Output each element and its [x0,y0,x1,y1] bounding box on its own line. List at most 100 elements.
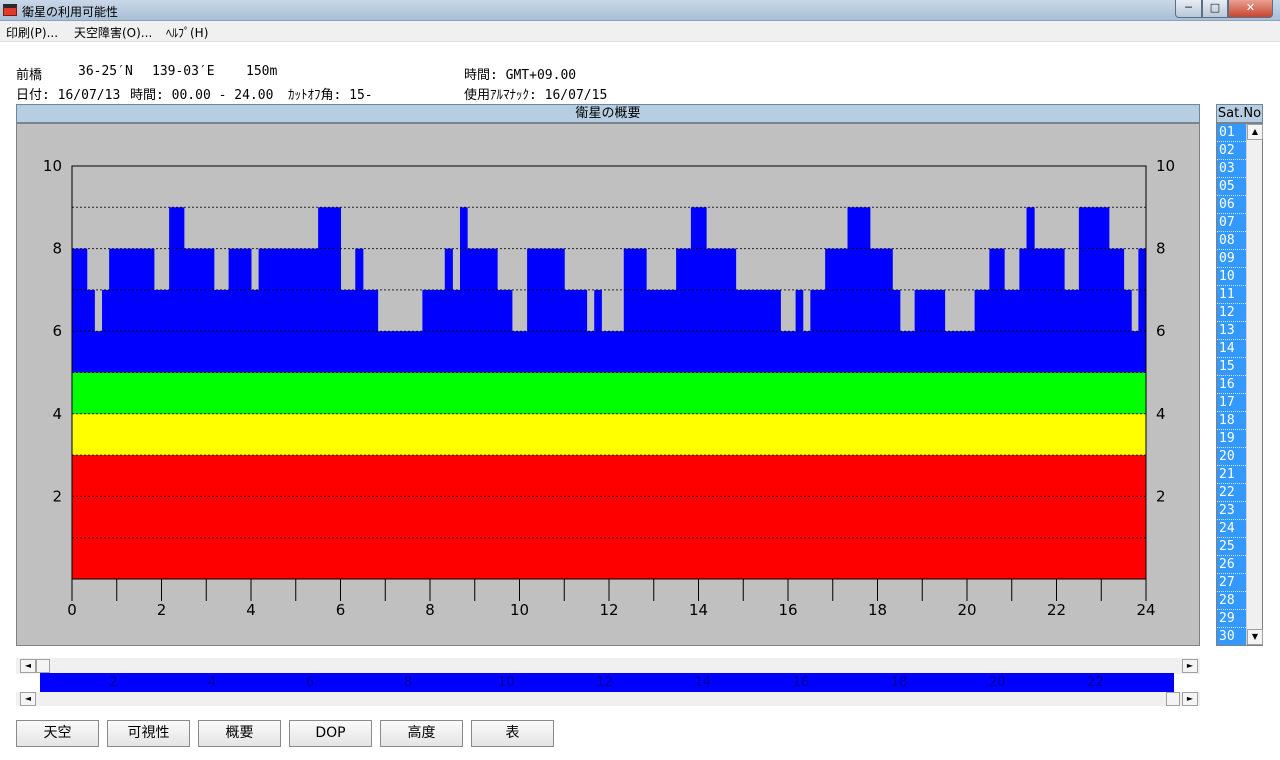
sky-button[interactable]: 天空 [16,720,99,747]
x-tick-label: 14 [689,601,708,619]
y-tick-label-right: 4 [1156,405,1166,423]
sat-list-item[interactable]: 18 [1217,412,1246,430]
x-tick-label: 22 [1047,601,1066,619]
timeline-tick-label: 4 [207,675,216,690]
sat-list-item[interactable]: 21 [1217,466,1246,484]
table-button[interactable]: 表 [471,720,554,747]
menu-bar: 印刷(P)... 天空障害(O)... ﾍﾙﾌﾟ(H) [0,21,1280,42]
timeline-top-scrollbar[interactable]: ◄ ► [16,658,1200,674]
dop-band [72,455,1146,579]
visibility-button[interactable]: 可視性 [107,720,190,747]
app-icon [3,4,17,16]
sat-list-item[interactable]: 09 [1217,250,1246,268]
timeline-tick-label: 8 [404,675,413,690]
time-zone: 時間: GMT+09.00 [464,68,577,83]
sat-list-item[interactable]: 22 [1217,484,1246,502]
x-tick-label: 12 [599,601,618,619]
scroll-left-icon[interactable]: ◄ [20,659,36,673]
sat-list-header: Sat.No [1216,104,1263,123]
scroll-thumb[interactable] [36,659,50,673]
title-bar: 衛星の利用可能性 ─ □ ✕ [0,0,1280,21]
y-tick-label-left: 6 [52,322,62,340]
chart-panel: 0 2 4 6 8 10 12 14 16 18 20 22 24 2 2 4 4 6 6 8 8 10 10 [16,123,1200,646]
x-tick-label: 0 [67,601,77,619]
sat-list-item[interactable]: 25 [1217,538,1246,556]
sat-list-item[interactable]: 19 [1217,430,1246,448]
elevation-button[interactable]: 高度 [380,720,463,747]
dop-button[interactable]: DOP [289,720,372,747]
x-tick-label: 20 [957,601,976,619]
sat-list-item[interactable]: 15 [1217,358,1246,376]
y-tick-label-right: 2 [1156,487,1166,505]
x-tick-label: 2 [157,601,167,619]
sat-list-item[interactable]: 20 [1217,448,1246,466]
sat-list-item[interactable]: 30 [1217,628,1246,645]
cutoff-angle: ｶｯﾄｵﾌ角: 15- [288,88,373,103]
y-tick-label-left: 4 [52,405,62,423]
sat-list-item[interactable]: 05 [1217,178,1246,196]
sat-list-item[interactable]: 28 [1217,592,1246,610]
y-tick-label-right: 6 [1156,322,1166,340]
sat-list-item[interactable]: 23 [1217,502,1246,520]
timeline-tick-label: 6 [305,675,315,690]
sat-list-item[interactable]: 24 [1217,520,1246,538]
panel-title: 衛星の概要 [16,104,1200,123]
y-tick-label-left: 8 [52,240,62,258]
y-tick-label-left: 10 [43,157,62,175]
altitude: 150m [246,64,278,79]
sat-list-item[interactable]: 13 [1217,322,1246,340]
close-button[interactable]: ✕ [1228,0,1273,18]
timeline-tick-label: 12 [596,675,613,690]
sat-list-item[interactable]: 03 [1217,160,1246,178]
x-tick-label: 10 [510,601,529,619]
timeline-tick-label: 14 [694,675,711,690]
scroll-up-icon[interactable]: ▲ [1247,124,1263,140]
maximize-button[interactable]: □ [1202,0,1228,18]
location-name: 前橋 [16,68,43,83]
sat-list-scrollbar[interactable]: ▲ ▼ [1246,124,1263,645]
timeline-bottom-scrollbar[interactable]: ◄ ► [16,692,1200,706]
sat-list-item[interactable]: 07 [1217,214,1246,232]
x-tick-label: 4 [246,601,256,619]
sat-list-item[interactable]: 16 [1217,376,1246,394]
sat-items: 01 02 03 05 06 07 08 09 10 11 12 13 14 15 16 17 18 19 20 21… [1217,124,1246,645]
x-tick-label: 24 [1136,601,1155,619]
sat-list[interactable]: 01 02 03 05 06 07 08 09 10 11 12 13 14 15 16 17 18 19 20 21… [1216,123,1263,646]
minimize-button[interactable]: ─ [1175,0,1202,18]
timeline-tick-label: 22 [1087,675,1104,690]
satellite-availability-chart: 0 2 4 6 8 10 12 14 16 18 20 22 242 24 46 68 810 10 [43,157,1175,619]
menu-sky-obstruction[interactable]: 天空障害(O)... [74,24,152,41]
sat-list-item[interactable]: 06 [1217,196,1246,214]
sat-list-item[interactable]: 08 [1217,232,1246,250]
sat-list-item[interactable]: 01 [1217,124,1246,142]
x-tick-label: 16 [778,601,797,619]
timeline-tick-label: 16 [792,675,810,690]
sat-list-item[interactable]: 14 [1217,340,1246,358]
scroll-right-icon[interactable]: ► [1182,692,1198,706]
timeline-tick-label: 10 [498,675,515,690]
sat-list-item[interactable]: 17 [1217,394,1246,412]
sat-list-item[interactable]: 11 [1217,286,1246,304]
x-tick-label: 18 [868,601,887,619]
sat-list-item[interactable]: 27 [1217,574,1246,592]
scroll-thumb[interactable] [1166,692,1180,706]
time-range: 時間: 00.00 - 24.00 [130,88,274,103]
sat-list-item[interactable]: 29 [1217,610,1246,628]
menu-help[interactable]: ﾍﾙﾌﾟ(H) [166,24,208,41]
window-title: 衛星の利用可能性 [22,5,119,19]
menu-print[interactable]: 印刷(P)... [6,24,58,41]
longitude: 139-03′E [152,64,215,79]
summary-button[interactable]: 概要 [198,720,281,747]
scroll-left-icon[interactable]: ◄ [20,692,36,706]
sat-list-item[interactable]: 12 [1217,304,1246,322]
sat-list-item[interactable]: 26 [1217,556,1246,574]
y-tick-label-left: 2 [52,487,62,505]
scroll-down-icon[interactable]: ▼ [1247,629,1263,645]
timeline-tick-label: 20 [988,675,1006,690]
dop-band [72,372,1146,414]
sat-list-item[interactable]: 10 [1217,268,1246,286]
timeline-bar[interactable]: 2 4 6 8 10 12 14 16 18 20 22 [40,673,1174,692]
x-tick-label: 8 [425,601,435,619]
sat-list-item[interactable]: 02 [1217,142,1246,160]
scroll-right-icon[interactable]: ► [1182,659,1198,673]
